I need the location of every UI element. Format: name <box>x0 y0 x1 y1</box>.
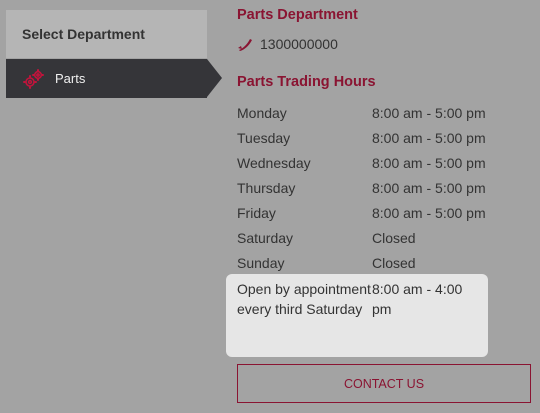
day-label: Thursday <box>237 179 296 196</box>
gears-icon <box>23 68 45 90</box>
hours-row: Tuesday 8:00 am - 5:00 pm <box>237 125 532 150</box>
day-label: Monday <box>237 104 287 121</box>
hours-row: Saturday Closed <box>237 225 532 250</box>
time-value: 8:00 am - 5:00 pm <box>372 129 486 146</box>
hours-row: Sunday Closed <box>237 250 532 275</box>
hours-row: Wednesday 8:00 am - 5:00 pm <box>237 150 532 175</box>
sidebar-item-parts[interactable]: Parts <box>6 59 222 98</box>
time-value: 8:00 am - 5:00 pm <box>372 154 486 171</box>
special-hours-row: Open by appointment every third Saturday… <box>226 274 488 357</box>
day-label: Friday <box>237 204 276 221</box>
time-value: 8:00 am - 5:00 pm <box>372 104 486 121</box>
day-label: Wednesday <box>237 154 311 171</box>
hours-row: Friday 8:00 am - 5:00 pm <box>237 200 532 225</box>
select-department-heading: Select Department <box>6 10 207 58</box>
phone-row[interactable]: 1300000000 <box>237 36 338 52</box>
day-label: Tuesday <box>237 129 291 146</box>
time-value: 8:00 am - 5:00 pm <box>372 179 486 196</box>
phone-number: 1300000000 <box>260 36 338 52</box>
sidebar-item-label: Parts <box>55 71 86 86</box>
time-value: Closed <box>372 254 416 271</box>
hours-row: Thursday 8:00 am - 5:00 pm <box>237 175 532 200</box>
department-sidebar: Select Department Parts <box>6 10 222 98</box>
trading-hours-title: Parts Trading Hours <box>237 74 376 90</box>
hours-row: Monday 8:00 am - 5:00 pm <box>237 100 532 125</box>
trading-hours-table: Monday 8:00 am - 5:00 pm Tuesday 8:00 am… <box>226 100 532 357</box>
day-label: Saturday <box>237 229 294 246</box>
special-time-value: 8:00 am - 4:00 pm <box>372 281 463 317</box>
time-value: Closed <box>372 229 416 246</box>
time-value: 8:00 am - 5:00 pm <box>372 204 486 221</box>
phone-icon <box>237 36 253 52</box>
contact-us-button[interactable]: CONTACT US <box>237 364 531 403</box>
special-day-label: Open by appointment every third Saturday <box>237 281 371 317</box>
day-label: Sunday <box>237 254 285 271</box>
department-title: Parts Department <box>237 7 358 23</box>
